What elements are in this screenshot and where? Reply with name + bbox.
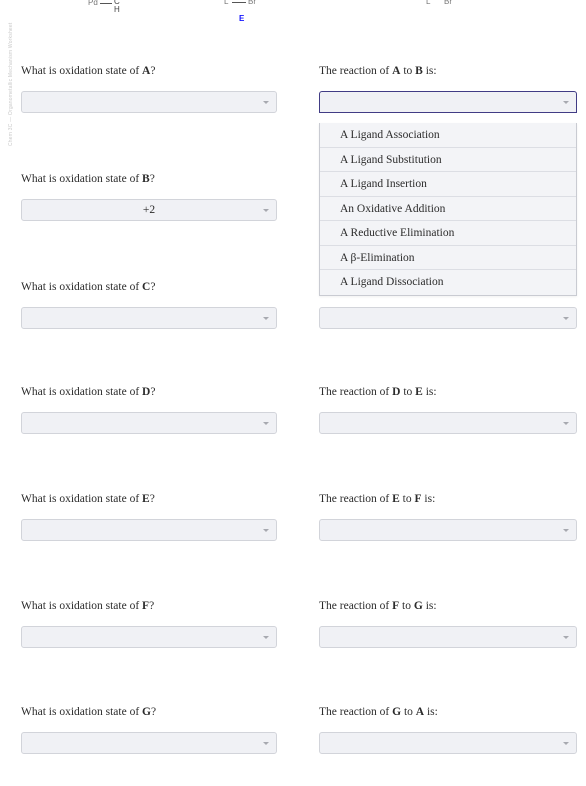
chevron-down-icon [263,636,269,639]
oxidation-state-question-a: What is oxidation state of A? [21,64,277,113]
chevron-down-icon [263,529,269,532]
reaction-type-select-g[interactable] [319,732,577,754]
oxidation-state-select-c[interactable] [21,307,277,329]
chevron-down-icon [563,636,569,639]
oxidation-state-label-f: What is oxidation state of F? [21,600,155,612]
dropdown-option[interactable]: An Oxidative Addition [320,197,576,221]
oxidation-state-question-e: What is oxidation state of E? [21,492,277,541]
oxidation-state-question-d: What is oxidation state of D? [21,385,277,434]
oxidation-state-question-c: What is oxidation state of C? [21,280,277,329]
oxidation-state-label-b: What is oxidation state of B? [21,173,155,185]
reaction-type-question-f: The reaction of F to G is: [319,599,577,648]
reaction-type-label-a: The reaction of A to B is: [319,65,437,77]
reaction-type-label-f: The reaction of F to G is: [319,600,437,612]
reaction-type-label-g: The reaction of G to A is: [319,706,438,718]
oxidation-state-label-a: What is oxidation state of A? [21,65,156,77]
dropdown-option[interactable]: A Reductive Elimination [320,221,576,246]
chevron-down-icon [263,317,269,320]
reaction-type-select-f[interactable] [319,626,577,648]
oxidation-state-select-d[interactable] [21,412,277,434]
oxidation-state-question-b: What is oxidation state of B? +2 [21,172,277,221]
dropdown-option[interactable]: A Ligand Insertion [320,172,576,197]
reaction-type-label-e: The reaction of E to F is: [319,493,436,505]
reaction-type-question-e: The reaction of E to F is: [319,492,577,541]
chevron-down-icon [563,317,569,320]
reaction-dropdown-list[interactable]: A Ligand Association A Ligand Substitutio… [319,123,577,296]
reaction-type-select-c[interactable] [319,307,577,329]
reaction-type-select-e[interactable] [319,519,577,541]
oxidation-state-select-f[interactable] [21,626,277,648]
reaction-type-question-d: The reaction of D to E is: [319,385,577,434]
chevron-down-icon [263,101,269,104]
reaction-type-label-d: The reaction of D to E is: [319,386,437,398]
oxidation-state-label-c: What is oxidation state of C? [21,281,156,293]
chevron-down-icon [563,422,569,425]
reaction-type-select-a[interactable] [319,91,577,113]
oxidation-state-value-b: +2 [142,204,156,216]
reaction-type-select-d[interactable] [319,412,577,434]
oxidation-state-select-b[interactable]: +2 [21,199,277,221]
oxidation-state-label-e: What is oxidation state of E? [21,493,155,505]
oxidation-state-select-e[interactable] [21,519,277,541]
oxidation-state-label-d: What is oxidation state of D? [21,386,156,398]
reaction-type-question-a: The reaction of A to B is: [319,64,577,113]
dropdown-option[interactable]: A Ligand Association [320,123,576,148]
chevron-down-icon [263,742,269,745]
chevron-down-icon [263,422,269,425]
chevron-down-icon [563,101,569,104]
dropdown-option[interactable]: A Ligand Substitution [320,148,576,172]
oxidation-state-select-g[interactable] [21,732,277,754]
oxidation-state-question-g: What is oxidation state of G? [21,705,277,754]
oxidation-state-question-f: What is oxidation state of F? [21,599,277,648]
chevron-down-icon [563,529,569,532]
dropdown-option[interactable]: A Ligand Dissociation [320,270,576,295]
dropdown-option[interactable]: A β-Elimination [320,246,576,270]
reaction-type-question-g: The reaction of G to A is: [319,705,577,754]
oxidation-state-label-g: What is oxidation state of G? [21,706,157,718]
question-sheet: What is oxidation state of A? The reactio… [0,0,586,786]
chevron-down-icon [263,209,269,212]
chevron-down-icon [563,742,569,745]
oxidation-state-select-a[interactable] [21,91,277,113]
